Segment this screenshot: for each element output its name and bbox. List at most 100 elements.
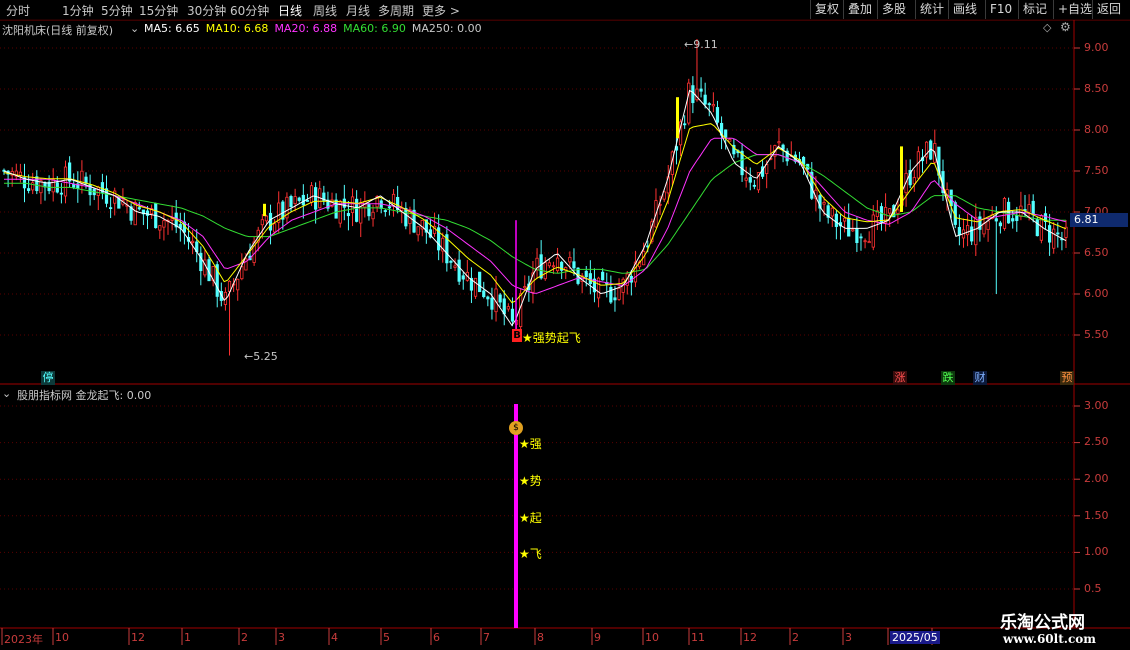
candle-body bbox=[162, 220, 166, 228]
candle-body bbox=[855, 228, 859, 244]
date-tick-label: 6 bbox=[433, 631, 440, 644]
date-tick-label: 10 bbox=[645, 631, 659, 644]
indicator-tick-label: 1.50 bbox=[1084, 509, 1109, 522]
indicator-tick-label: 2.00 bbox=[1084, 472, 1109, 485]
candle-body bbox=[268, 212, 273, 231]
candle-body bbox=[523, 286, 527, 289]
candle-body bbox=[355, 198, 359, 222]
limit-down-marker[interactable]: 跌 bbox=[941, 371, 955, 385]
candle-body bbox=[400, 207, 404, 211]
candle-body bbox=[1052, 228, 1056, 249]
money-bag-icon: $ bbox=[509, 421, 523, 435]
candle-body bbox=[18, 171, 23, 176]
candle-body bbox=[847, 217, 851, 237]
halt-marker[interactable]: 停 bbox=[41, 371, 55, 385]
candle-body bbox=[461, 275, 465, 280]
candle-body bbox=[691, 85, 695, 104]
candle-body bbox=[490, 297, 494, 310]
candle-body bbox=[871, 214, 875, 248]
candle-body bbox=[863, 240, 867, 243]
candle-body bbox=[748, 177, 752, 183]
candle-body bbox=[986, 220, 990, 231]
indicator-tick-label: 1.00 bbox=[1084, 545, 1109, 558]
candle-body bbox=[260, 219, 264, 226]
candle-body bbox=[473, 277, 478, 297]
date-tick-label: 9 bbox=[594, 631, 601, 644]
candle-body bbox=[478, 271, 482, 293]
candle-body bbox=[191, 240, 195, 243]
candle-body bbox=[309, 185, 314, 203]
candle-body bbox=[482, 290, 486, 298]
candle-body bbox=[744, 177, 748, 181]
candle-body bbox=[539, 254, 543, 279]
signal-char-1: ★强 bbox=[519, 437, 542, 451]
candle-body bbox=[72, 183, 76, 188]
candle-body bbox=[68, 162, 72, 182]
candle-body bbox=[47, 181, 51, 192]
current-price-badge: 6.81 bbox=[1070, 213, 1128, 227]
candle-body bbox=[301, 194, 305, 206]
candle-body bbox=[289, 196, 293, 208]
signal-char-3: ★起 bbox=[519, 511, 542, 525]
candle-body bbox=[449, 260, 453, 263]
candle-body bbox=[555, 257, 560, 272]
candle-body bbox=[867, 241, 871, 244]
ma20-line bbox=[4, 137, 1067, 294]
price-tick-label: 5.50 bbox=[1084, 328, 1109, 341]
candle-body bbox=[1047, 225, 1052, 243]
date-tick-label: 7 bbox=[483, 631, 490, 644]
candle-body bbox=[1027, 204, 1031, 213]
date-tick-label: 3 bbox=[278, 631, 285, 644]
forecast-marker[interactable]: 预 bbox=[1060, 371, 1074, 385]
candle-body bbox=[724, 129, 728, 138]
candle-body bbox=[896, 209, 900, 214]
candle-body bbox=[752, 184, 756, 187]
candle-body bbox=[416, 226, 420, 236]
candle-body bbox=[879, 206, 884, 223]
limit-up-marker[interactable]: 涨 bbox=[893, 371, 907, 385]
signal-char-4: ★飞 bbox=[519, 547, 542, 561]
candle-body bbox=[158, 225, 162, 231]
stock-chart[interactable] bbox=[0, 0, 1130, 650]
candle-body bbox=[506, 306, 510, 310]
candle-body bbox=[994, 218, 998, 222]
candle-body bbox=[842, 217, 847, 222]
highlight-bar bbox=[263, 203, 266, 217]
candle-body bbox=[957, 227, 961, 236]
candle-body bbox=[687, 82, 691, 124]
candle-body bbox=[998, 222, 1002, 227]
date-tick-label: 1 bbox=[184, 631, 191, 644]
candle-body bbox=[297, 197, 301, 201]
low-price-label: ←5.25 bbox=[244, 350, 278, 363]
candle-body bbox=[572, 261, 576, 269]
candle-body bbox=[912, 177, 916, 185]
candle-body bbox=[27, 188, 31, 191]
candle-body bbox=[109, 207, 113, 210]
candle-body bbox=[314, 187, 318, 210]
candle-body bbox=[822, 201, 826, 205]
candle-body bbox=[264, 215, 269, 222]
candle-body bbox=[851, 229, 855, 232]
date-tick-label: 12 bbox=[743, 631, 757, 644]
candle-body bbox=[453, 265, 457, 268]
indicator-tick-label: 0.5 bbox=[1084, 582, 1102, 595]
candle-body bbox=[350, 196, 355, 213]
candle-body bbox=[584, 270, 588, 278]
watermark-title: 乐淘公式网 bbox=[1000, 613, 1085, 633]
price-tick-label: 7.50 bbox=[1084, 164, 1109, 177]
date-tick-label: 8 bbox=[537, 631, 544, 644]
candle-body bbox=[293, 196, 297, 205]
candle-body bbox=[707, 103, 711, 106]
candle-body bbox=[777, 141, 781, 144]
date-tick-label: 10 bbox=[55, 631, 69, 644]
candle-body bbox=[137, 207, 141, 210]
price-tick-label: 6.50 bbox=[1084, 246, 1109, 259]
date-tick-label: 4 bbox=[331, 631, 338, 644]
candle-body bbox=[145, 210, 150, 216]
candle-body bbox=[1011, 218, 1015, 222]
watermark-url: www.60lt.com bbox=[1003, 632, 1096, 646]
candle-body bbox=[1015, 215, 1019, 221]
finance-marker[interactable]: 财 bbox=[973, 371, 987, 385]
candle-body bbox=[728, 139, 732, 142]
candle-body bbox=[510, 308, 515, 322]
